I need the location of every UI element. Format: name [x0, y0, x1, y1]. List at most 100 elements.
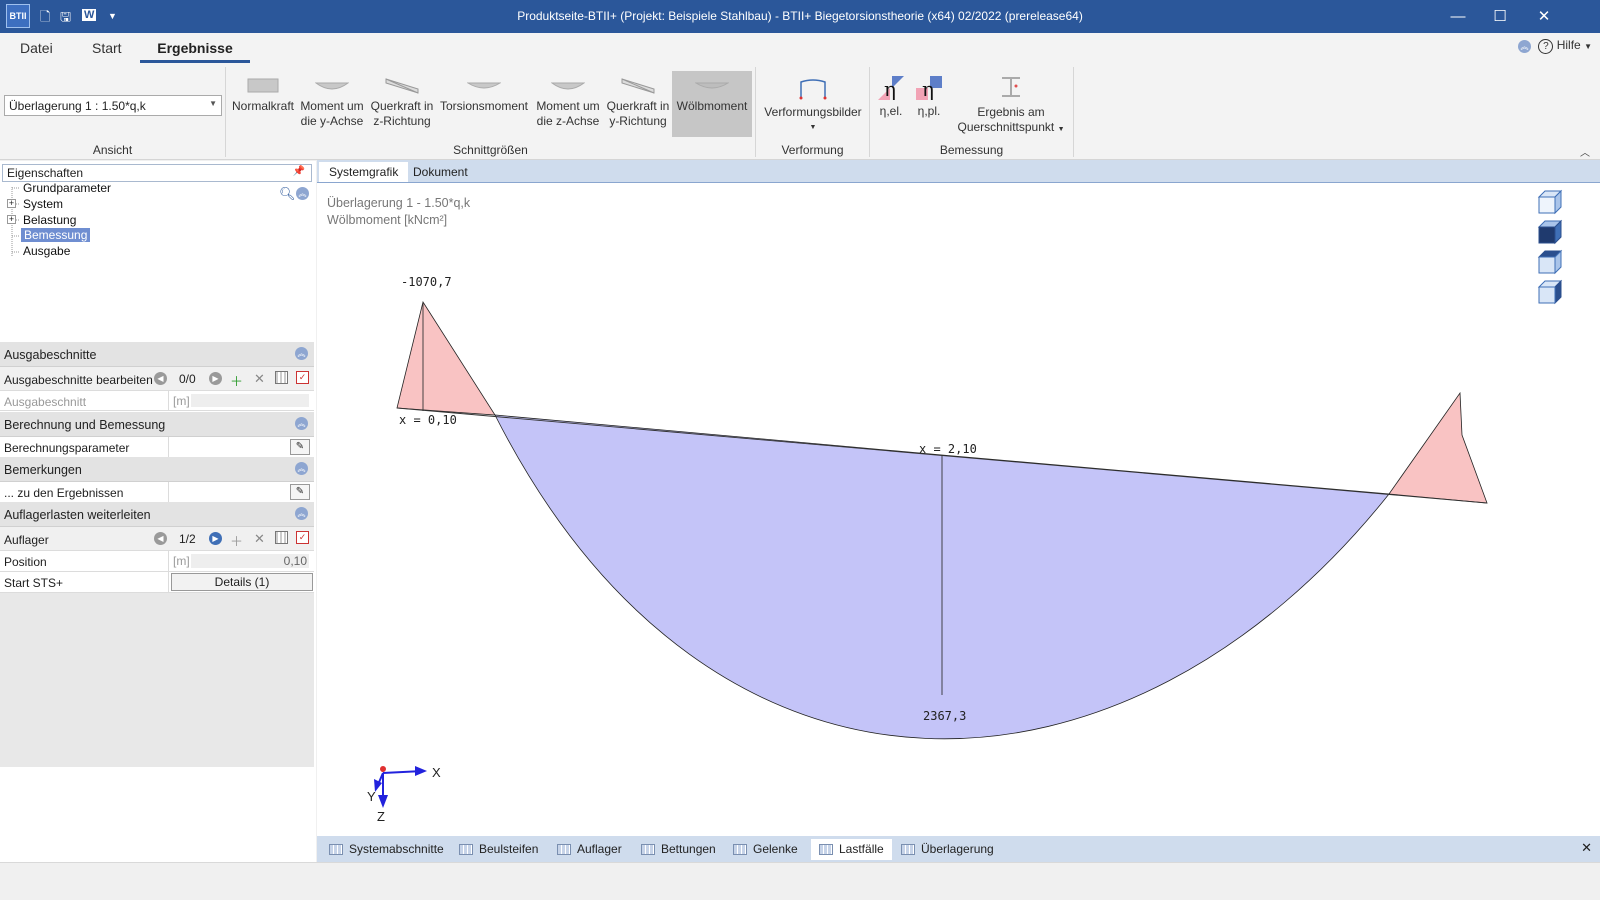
- eta-el-button[interactable]: η η,el.: [872, 71, 910, 137]
- querkraft-y-label-2: y-Richtung: [609, 114, 667, 128]
- tree-item-grundparameter[interactable]: Grundparameter: [23, 181, 111, 195]
- table-icon[interactable]: [275, 531, 288, 544]
- system-graphic[interactable]: Überlagerung 1 - 1.50*q,k Wölbmoment [kN…: [317, 182, 1600, 836]
- minimize-button[interactable]: —: [1436, 4, 1480, 30]
- moment-z-label-2: die z-Achse: [536, 114, 600, 128]
- label-max-neg: -1070,7: [401, 275, 452, 289]
- group-schnittgroessen: Normalkraft Moment um die y-Achse Querkr…: [226, 67, 756, 157]
- group-ansicht: Überlagerung 1 : 1.50*q,k ▼ Ansicht: [0, 67, 226, 157]
- add-icon[interactable]: ＋: [230, 371, 243, 390]
- moment-z-button[interactable]: Moment um die z-Achse: [534, 71, 602, 137]
- details-button[interactable]: Details (1): [171, 573, 313, 591]
- collapse-section-icon[interactable]: ︽: [295, 417, 308, 430]
- tab-datei[interactable]: Datei: [20, 40, 53, 56]
- tab-auflager[interactable]: Auflager: [549, 839, 630, 860]
- torsionsmoment-button[interactable]: Torsionsmoment: [436, 71, 532, 137]
- delete-icon[interactable]: ✕: [254, 371, 265, 387]
- help-icon[interactable]: ?: [1538, 39, 1554, 54]
- tab-beulsteifen[interactable]: Beulsteifen: [451, 839, 546, 860]
- close-panel-icon[interactable]: ✕: [1581, 840, 1592, 856]
- querkraft-z-button[interactable]: Querkraft in z-Richtung: [368, 71, 436, 137]
- tab-bettungen[interactable]: Bettungen: [633, 839, 724, 860]
- empty-area: [0, 593, 314, 767]
- edit-bemerkungen-icon[interactable]: ✎: [290, 484, 310, 500]
- position-value[interactable]: 0,10: [191, 554, 309, 568]
- section-berechnung[interactable]: Berechnung und Bemessung ︽: [0, 412, 314, 437]
- ergebnis-label-1: Ergebnis am: [977, 105, 1045, 119]
- ausgabeschnitt-label: Ausgabeschnitt: [4, 395, 87, 409]
- collapse-section-icon[interactable]: ︽: [295, 507, 308, 520]
- table-icon: [901, 844, 915, 855]
- berechnungsparameter-label: Berechnungsparameter: [4, 441, 130, 455]
- tab-ueberlagerung[interactable]: Überlagerung: [893, 839, 1002, 860]
- section-auflagerlasten-title: Auflagerlasten weiterleiten: [4, 508, 151, 522]
- verformungsbilder-button[interactable]: Verformungsbilder ▼: [758, 71, 868, 137]
- ausgabeschnitt-row: Ausgabeschnitt [m]: [0, 391, 314, 411]
- axis-label-y: Y: [367, 789, 376, 804]
- section-bemerkungen[interactable]: Bemerkungen ︽: [0, 457, 314, 482]
- checklist-icon[interactable]: ✓: [296, 371, 309, 384]
- menu-bar: Datei Start Ergebnisse ︽ ? Hilfe ▼: [0, 33, 1600, 63]
- section-auflagerlasten[interactable]: Auflagerlasten weiterleiten ︽: [0, 502, 314, 527]
- prev-icon[interactable]: ◀: [154, 532, 167, 545]
- tab-systemabschnitte[interactable]: Systemabschnitte: [321, 839, 452, 860]
- group-label-ansicht: Ansicht: [92, 143, 133, 157]
- x-axis-arrow: [415, 766, 427, 776]
- tree-item-system[interactable]: System: [23, 197, 63, 211]
- next-icon[interactable]: ▶: [209, 532, 222, 545]
- tree-item-belastung[interactable]: Belastung: [23, 213, 76, 227]
- edit-berechnungsparameter-icon[interactable]: ✎: [290, 439, 310, 455]
- moment-y-button[interactable]: Moment um die y-Achse: [298, 71, 366, 137]
- normalkraft-button[interactable]: Normalkraft: [230, 71, 296, 137]
- ausgabeschnitt-value[interactable]: [m]: [168, 391, 314, 411]
- axis-label-x: X: [432, 765, 441, 780]
- tab-ueberlagerung-label: Überlagerung: [921, 842, 994, 856]
- tab-bettungen-label: Bettungen: [661, 842, 716, 856]
- tab-lastfaelle[interactable]: Lastfälle: [811, 839, 892, 860]
- collapse-section-icon[interactable]: ︽: [295, 462, 308, 475]
- collapse-tree-icon[interactable]: ︽: [296, 187, 309, 200]
- close-button[interactable]: ✕: [1522, 4, 1566, 30]
- position-value-cell[interactable]: [m] 0,10: [168, 551, 314, 571]
- moment-y-icon: [315, 82, 349, 90]
- tree-item-ausgabe[interactable]: Ausgabe: [23, 244, 70, 258]
- tab-gelenke[interactable]: Gelenke: [725, 839, 806, 860]
- prev-icon[interactable]: ◀: [154, 372, 167, 385]
- axis-label-z: Z: [377, 809, 385, 824]
- eta-pl-button[interactable]: η η,pl.: [910, 71, 948, 137]
- tab-start[interactable]: Start: [92, 40, 122, 56]
- bemerkungen-row: ... zu den Ergebnissen ✎: [0, 482, 314, 503]
- pin-icon[interactable]: 📌: [293, 166, 305, 177]
- querkraft-y-label-1: Querkraft in: [606, 99, 670, 113]
- ergebnis-querschnittspunkt-button[interactable]: Ergebnis am Querschnittspunkt ▼: [954, 71, 1068, 137]
- collapse-ribbon-icon[interactable]: ︽: [1518, 40, 1532, 53]
- tree-item-bemessung[interactable]: Bemessung: [21, 228, 91, 242]
- bottom-tabs: Systemabschnitte Beulsteifen Auflager Be…: [317, 836, 1600, 862]
- expand-system-icon[interactable]: +: [7, 199, 16, 208]
- tab-systemgrafik[interactable]: Systemgrafik: [319, 162, 409, 182]
- expand-belastung-icon[interactable]: +: [7, 215, 16, 224]
- collapse-section-icon[interactable]: ︽: [295, 347, 308, 360]
- tab-ergebnisse[interactable]: Ergebnisse: [140, 40, 250, 63]
- next-icon[interactable]: ▶: [209, 372, 222, 385]
- querkraft-y-button[interactable]: Querkraft in y-Richtung: [604, 71, 672, 137]
- search-icon[interactable]: 🔍︎: [279, 186, 296, 202]
- woelbmoment-label: Wölbmoment: [676, 99, 748, 113]
- delete-icon[interactable]: ✕: [254, 531, 265, 547]
- collapse-ribbon-chevron-icon[interactable]: ︿: [1580, 144, 1590, 159]
- maximize-button[interactable]: ☐: [1478, 4, 1522, 30]
- table-icon: [459, 844, 473, 855]
- tab-beulsteifen-label: Beulsteifen: [479, 842, 539, 856]
- help-dropdown-icon[interactable]: ▼: [1584, 42, 1592, 51]
- ansicht-select[interactable]: Überlagerung 1 : 1.50*q,k ▼: [4, 95, 222, 116]
- table-icon[interactable]: [275, 371, 288, 384]
- ausgabeschnitt-input[interactable]: [191, 394, 309, 407]
- checklist-icon[interactable]: ✓: [296, 531, 309, 544]
- ibeam-icon: [1002, 77, 1020, 97]
- group-label-bemessung: Bemessung: [939, 143, 1004, 157]
- woelbmoment-button[interactable]: Wölbmoment: [672, 71, 752, 137]
- help-button[interactable]: Hilfe: [1557, 38, 1581, 52]
- section-ausgabeschnitte[interactable]: Ausgabeschnitte ︽: [0, 342, 314, 367]
- add-icon[interactable]: ＋: [230, 531, 243, 550]
- tab-dokument[interactable]: Dokument: [403, 162, 478, 182]
